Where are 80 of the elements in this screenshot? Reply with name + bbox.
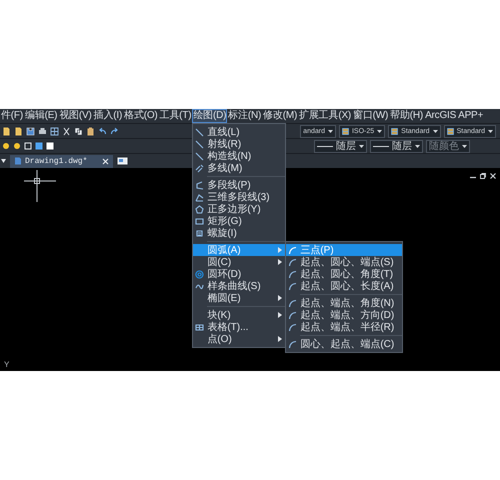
save-icon[interactable] (26, 126, 35, 136)
menu-item[interactable]: 样条曲线(S) (193, 280, 286, 292)
caret-icon (488, 130, 493, 132)
restore-icon[interactable] (480, 173, 486, 179)
table-style-icon (391, 128, 398, 134)
line-icon (195, 140, 204, 148)
multiline-icon (195, 164, 204, 172)
menu-item[interactable]: 多线(M) (193, 162, 286, 174)
caret-icon (432, 130, 438, 132)
menu-item[interactable]: 编辑(E) (24, 109, 58, 123)
polyline-icon (195, 180, 204, 190)
caret-icon (359, 144, 364, 148)
menu-item[interactable]: 圆心、起点、端点(C) (286, 338, 402, 350)
close-icon[interactable] (102, 158, 110, 164)
printer-icon[interactable] (38, 126, 47, 136)
menu-item[interactable]: 起点、端点、方向(D) (286, 309, 402, 321)
new-tab-icon[interactable] (117, 157, 128, 165)
caret-icon (377, 130, 382, 132)
menu-item[interactable]: 三维多段线(3) (193, 191, 286, 203)
menu-item[interactable]: 多段线(P) (193, 179, 286, 191)
dimension-style-icon (342, 128, 349, 134)
pentagon-icon (195, 204, 204, 214)
menu-item[interactable]: 构造线(N) (193, 150, 286, 162)
menu-item[interactable]: 螺旋(I) (193, 227, 286, 239)
polyline-icon (195, 192, 204, 202)
menu-item[interactable]: 格式(O) (123, 109, 159, 123)
copy-icon[interactable] (74, 126, 83, 136)
menu-item[interactable]: 修改(M) (262, 109, 298, 123)
table-icon (195, 322, 204, 332)
line-sample-icon (373, 144, 389, 148)
rectangle-icon (195, 216, 204, 226)
menu-item[interactable]: 视图(V) (58, 109, 93, 123)
caret-icon (328, 130, 333, 132)
menu-item[interactable]: 起点、端点、半径(R) (286, 321, 402, 333)
menu-item[interactable]: 起点、圆心、角度(T) (286, 268, 402, 280)
menu-item[interactable]: 扩展工具(X) (298, 109, 352, 123)
menu-item[interactable]: APP+ (457, 109, 484, 123)
line-icon (195, 128, 204, 136)
menu-item[interactable]: ArcGIS (424, 109, 458, 123)
menu-item[interactable]: 正多边形(Y) (193, 203, 286, 215)
menu-item[interactable]: 起点、圆心、长度(A) (286, 280, 402, 292)
crosshair-cursor-icon (24, 170, 56, 202)
menu-item[interactable]: 点(O) (193, 333, 286, 345)
menu-item[interactable]: 起点、圆心、端点(S) (286, 256, 402, 268)
menu-item[interactable]: 起点、端点、角度(N) (286, 297, 402, 309)
grid-icon[interactable] (50, 126, 59, 136)
square-icon[interactable] (24, 142, 32, 150)
ucs-axis-label: Y (4, 360, 10, 369)
menu-item[interactable]: 绘图(D) (192, 109, 228, 123)
close-icon[interactable] (490, 173, 496, 179)
menu-item[interactable]: 表格(T)... (193, 321, 286, 333)
caret-icon (415, 144, 420, 148)
caret-icon[interactable] (1, 159, 6, 163)
ring-icon (195, 270, 204, 278)
drawing-file-icon (14, 157, 22, 165)
menu-item[interactable]: 件(F) (0, 109, 24, 123)
property-dropdown[interactable]: 随层 (370, 140, 423, 152)
menu-item[interactable]: 工具(T) (158, 109, 192, 123)
menu-item[interactable]: 块(K) (193, 309, 286, 321)
curve-icon (195, 282, 204, 290)
menu-item[interactable]: 椭圆(E) (193, 292, 286, 304)
menu-item[interactable]: 标注(N) (227, 109, 262, 123)
scissors-icon[interactable] (62, 126, 71, 136)
paste-icon[interactable] (86, 126, 95, 136)
caret-icon (462, 144, 467, 148)
menu-item[interactable]: 帮助(H) (389, 109, 424, 123)
menu-item[interactable]: 插入(I) (92, 109, 124, 123)
menu-item[interactable]: 射线(R) (193, 138, 286, 150)
menu-item[interactable]: 窗口(W) (352, 109, 390, 123)
property-dropdown[interactable]: 随层 (314, 140, 367, 152)
line-icon (195, 152, 204, 160)
redo-icon[interactable] (110, 126, 119, 136)
document-tab[interactable]: Drawing1.dwg* (10, 154, 114, 168)
leader-style-icon (446, 128, 454, 134)
menu-item[interactable]: 圆环(D) (193, 268, 286, 280)
menu-item[interactable]: 圆(C) (193, 256, 286, 268)
line-sample-icon (317, 144, 333, 148)
undo-icon[interactable] (98, 126, 107, 136)
menu-item[interactable]: 直线(L) (193, 126, 286, 138)
menu-item[interactable]: 矩形(G) (193, 215, 286, 227)
